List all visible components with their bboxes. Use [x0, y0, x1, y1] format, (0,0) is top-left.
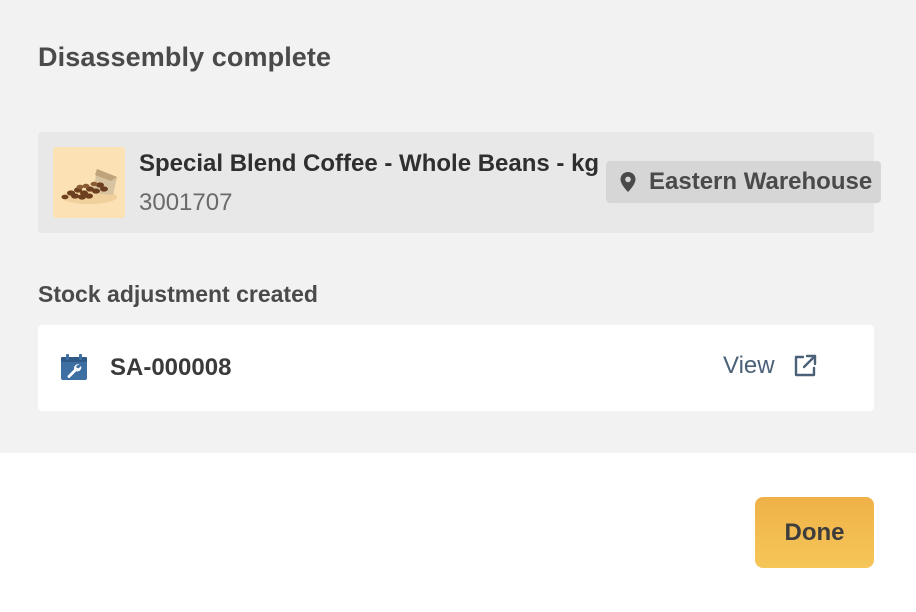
map-pin-icon	[619, 171, 637, 193]
view-stock-adjustment-link[interactable]: View	[723, 352, 818, 380]
product-sku: 3001707	[139, 189, 233, 216]
stock-adjustment-id: SA-000008	[110, 354, 232, 381]
stock-adjustment-icon	[60, 353, 88, 381]
product-name: Special Blend Coffee - Whole Beans - kg	[139, 150, 600, 177]
external-link-icon	[792, 353, 818, 379]
dialog-title: Disassembly complete	[38, 42, 332, 72]
stock-adjustment-heading: Stock adjustment created	[38, 281, 318, 307]
view-link-label: View	[723, 352, 775, 379]
stock-adjustment-row: SA-000008 View	[38, 325, 874, 411]
product-card: Special Blend Coffee - Whole Beans - kg …	[38, 132, 881, 233]
dialog-content: Disassembly complete Special Blend Coffe…	[0, 0, 916, 453]
disassembly-complete-dialog: Disassembly complete Special Blend Coffe…	[0, 0, 916, 612]
product-thumbnail	[53, 147, 125, 218]
location-badge: Eastern Warehouse	[606, 161, 881, 203]
done-button[interactable]: Done	[755, 497, 874, 568]
location-label: Eastern Warehouse	[649, 168, 873, 195]
coffee-beans-image	[61, 169, 117, 204]
